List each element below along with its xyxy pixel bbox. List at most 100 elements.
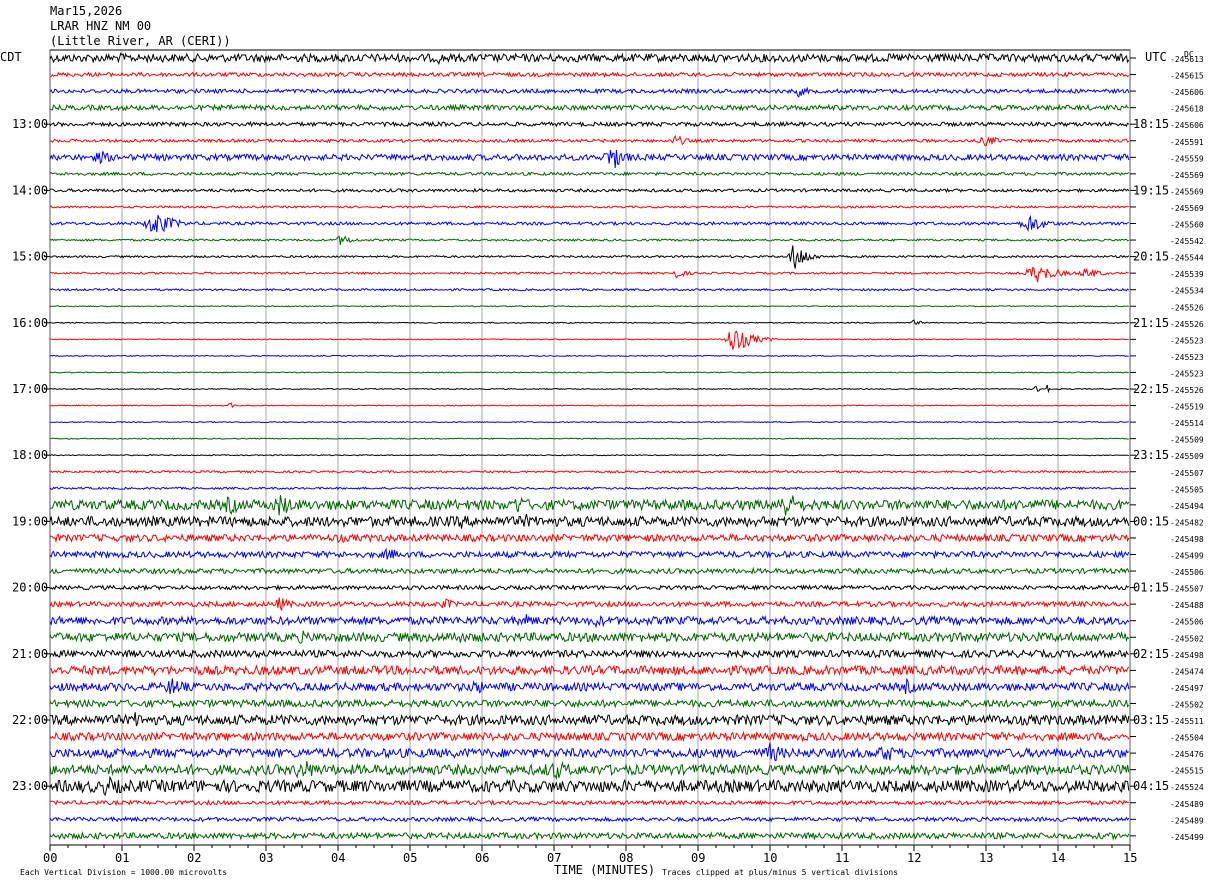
plot-frame bbox=[49, 49, 1131, 846]
dc-offset-label: -245504 bbox=[1170, 734, 1204, 743]
left-timezone-label: CDT bbox=[0, 50, 22, 64]
dc-offset-label: -245497 bbox=[1170, 684, 1204, 693]
dc-offset-label: -245523 bbox=[1170, 353, 1204, 362]
trace-line bbox=[49, 730, 1130, 743]
dc-offset-label: -245509 bbox=[1170, 452, 1204, 461]
trace-line bbox=[49, 205, 1129, 209]
trace-line bbox=[49, 86, 1130, 98]
left-time-label: 21:00 bbox=[12, 647, 48, 661]
trace-line bbox=[49, 547, 1130, 560]
dc-offset-label: -245526 bbox=[1170, 320, 1204, 329]
dc-offset-label: -245505 bbox=[1170, 485, 1204, 494]
dc-offset-label: -245489 bbox=[1170, 816, 1204, 825]
x-tick-label: 10 bbox=[763, 851, 777, 865]
dc-offset-label: -245489 bbox=[1170, 800, 1204, 809]
dc-offset-label: -245569 bbox=[1170, 171, 1204, 180]
left-time-label: 22:00 bbox=[12, 713, 48, 727]
trace-line bbox=[49, 437, 1129, 440]
right-time-label: 21:15 bbox=[1133, 316, 1169, 330]
dc-offset-label: -245498 bbox=[1170, 651, 1204, 660]
left-time-label: 15:00 bbox=[12, 250, 48, 264]
dc-offset-label: -245519 bbox=[1170, 403, 1204, 412]
trace-line bbox=[49, 532, 1130, 544]
x-tick-label: 06 bbox=[475, 851, 489, 865]
dc-offset-label: -245560 bbox=[1170, 221, 1204, 230]
x-tick-label: 14 bbox=[1051, 851, 1065, 865]
dc-offset-label: -245507 bbox=[1170, 469, 1204, 478]
trace-line bbox=[49, 486, 1129, 491]
trace-line bbox=[49, 815, 1130, 824]
dc-offset-label: -245502 bbox=[1170, 634, 1204, 643]
right-time-label: 18:15 bbox=[1133, 117, 1169, 131]
trace-line bbox=[49, 597, 1129, 611]
x-tick-label: 00 bbox=[43, 851, 57, 865]
dc-offset-label: -245514 bbox=[1170, 419, 1204, 428]
trace-line bbox=[49, 648, 1130, 660]
dc-offset-label: -245569 bbox=[1170, 204, 1204, 213]
trace-line bbox=[49, 469, 1129, 474]
dc-offset-label: -245618 bbox=[1170, 105, 1204, 114]
dc-offset-label: -245526 bbox=[1170, 386, 1204, 395]
x-tick-label: 13 bbox=[979, 851, 993, 865]
left-time-label: 16:00 bbox=[12, 316, 48, 330]
dc-offset-label: -245606 bbox=[1170, 121, 1204, 130]
left-time-label: 19:00 bbox=[12, 514, 48, 528]
right-time-label: 04:15 bbox=[1133, 779, 1169, 793]
trace-line bbox=[49, 566, 1130, 576]
trace-line bbox=[49, 103, 1129, 112]
trace-line bbox=[49, 742, 1130, 762]
x-axis-title: TIME (MINUTES) bbox=[554, 863, 655, 877]
dc-offset-label: -245615 bbox=[1170, 72, 1204, 81]
trace-line bbox=[49, 630, 1130, 644]
dc-offset-label: -245474 bbox=[1170, 667, 1204, 676]
dc-offset-label: -245511 bbox=[1170, 717, 1204, 726]
x-tick-label: 05 bbox=[403, 851, 417, 865]
right-time-label: 03:15 bbox=[1133, 713, 1169, 727]
right-time-label: 01:15 bbox=[1133, 581, 1169, 595]
right-time-label: 20:15 bbox=[1133, 250, 1169, 264]
trace-line bbox=[49, 677, 1130, 695]
dc-offset-label: -245524 bbox=[1170, 783, 1204, 792]
dc-offset-label: -245534 bbox=[1170, 287, 1204, 296]
x-tick-label: 04 bbox=[331, 851, 345, 865]
dc-offset-label: -245559 bbox=[1170, 154, 1204, 163]
x-tick-label: 08 bbox=[619, 851, 633, 865]
left-time-label: 17:00 bbox=[12, 382, 48, 396]
dc-offset-label: -245506 bbox=[1170, 568, 1204, 577]
x-tick-label: 01 bbox=[115, 851, 129, 865]
dc-offset-label: -245526 bbox=[1170, 303, 1204, 312]
trace-line bbox=[49, 402, 1129, 409]
left-time-label: 23:00 bbox=[12, 779, 48, 793]
x-tick-label: 12 bbox=[907, 851, 921, 865]
clip-note: Traces clipped at plus/minus 5 vertical … bbox=[662, 868, 898, 877]
trace-line bbox=[49, 214, 1129, 233]
trace-line bbox=[49, 584, 1130, 592]
trace-line bbox=[49, 614, 1130, 629]
trace-line bbox=[49, 287, 1130, 292]
dc-offset-label: -245499 bbox=[1170, 552, 1204, 561]
dc-offset-label: -245494 bbox=[1170, 502, 1204, 511]
trace-line bbox=[49, 760, 1130, 781]
dc-offset-label: -245515 bbox=[1170, 767, 1204, 776]
dc-offset-label: -245544 bbox=[1170, 254, 1204, 263]
x-tick-label: 09 bbox=[691, 851, 705, 865]
trace-line bbox=[49, 134, 1130, 147]
trace-line bbox=[49, 305, 1129, 308]
dc-offset-label: -245539 bbox=[1170, 270, 1204, 279]
trace-line bbox=[49, 187, 1130, 194]
trace-line bbox=[49, 235, 1130, 245]
trace-line bbox=[49, 245, 1130, 269]
x-tick-label: 02 bbox=[187, 851, 201, 865]
x-tick-label: 11 bbox=[835, 851, 849, 865]
dc-offset-label: -245498 bbox=[1170, 535, 1204, 544]
trace-line bbox=[49, 149, 1130, 169]
dc-offset-label: -245613 bbox=[1170, 55, 1204, 64]
dc-offset-label: -245523 bbox=[1170, 336, 1204, 345]
dc-offset-label: -245542 bbox=[1170, 237, 1204, 246]
scale-note: Each Vertical Division = 1000.00 microvo… bbox=[20, 868, 227, 877]
trace-line bbox=[49, 171, 1130, 177]
trace-line bbox=[49, 330, 1129, 350]
dc-offset-label: -245569 bbox=[1170, 187, 1204, 196]
dc-offset-label: -245507 bbox=[1170, 585, 1204, 594]
trace-line bbox=[49, 52, 1130, 66]
